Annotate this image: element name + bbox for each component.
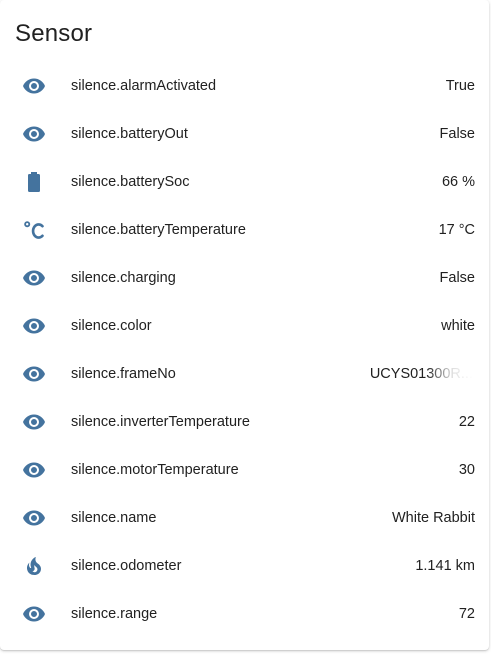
entity-row-alarm-activated[interactable]: silence.alarmActivated True (0, 62, 489, 110)
entity-name: silence.batteryTemperature (71, 222, 246, 238)
entity-state: 1.141 km (415, 558, 475, 574)
entity-state: White Rabbit (391, 510, 475, 526)
battery-icon (22, 170, 46, 194)
eye-icon (22, 266, 46, 290)
sensor-card: Sensor silence.alarmActivated True silen… (0, 0, 489, 650)
entity-name: silence.color (71, 318, 152, 334)
entity-row-battery-out[interactable]: silence.batteryOut False (0, 110, 489, 158)
entity-name: silence.name (71, 510, 157, 526)
entity-row-battery-soc[interactable]: silence.batterySoc 66 % (0, 158, 489, 206)
entity-state: 30 (458, 462, 475, 478)
entity-name: silence.odometer (71, 558, 182, 574)
entity-name: silence.frameNo (71, 366, 176, 382)
eye-icon (22, 506, 46, 530)
eye-icon (22, 314, 46, 338)
entity-name: silence.batteryOut (71, 126, 188, 142)
entity-state: 66 % (441, 174, 475, 190)
fire-icon (22, 554, 46, 578)
entity-row-charging[interactable]: silence.charging False (0, 254, 489, 302)
entity-name: silence.inverterTemperature (71, 414, 250, 430)
entity-name: silence.alarmActivated (71, 78, 217, 94)
entity-state: 22 (458, 414, 475, 430)
entity-name: silence.range (71, 606, 158, 622)
entity-state: False (439, 126, 475, 142)
eye-icon (22, 362, 46, 386)
entity-name: silence.charging (71, 270, 176, 286)
eye-icon (22, 602, 46, 626)
eye-icon (22, 122, 46, 146)
card-title: Sensor (15, 20, 93, 47)
entity-row-inverter-temperature[interactable]: silence.inverterTemperature 22 (0, 398, 489, 446)
eye-icon (22, 410, 46, 434)
thermometer-celsius-icon (22, 218, 46, 242)
entity-name: silence.motorTemperature (71, 462, 239, 478)
entity-row-range[interactable]: silence.range 72 (0, 590, 489, 638)
entity-row-motor-temperature[interactable]: silence.motorTemperature 30 (0, 446, 489, 494)
entity-row-battery-temperature[interactable]: silence.batteryTemperature 17 °C (0, 206, 489, 254)
entity-name: silence.batterySoc (71, 174, 190, 190)
eye-icon (22, 74, 46, 98)
entity-list: silence.alarmActivated True silence.batt… (0, 62, 489, 638)
entity-state: white (441, 318, 475, 334)
entity-state: 72 (458, 606, 475, 622)
entity-state: False (439, 270, 475, 286)
entity-row-name[interactable]: silence.name White Rabbit (0, 494, 489, 542)
entity-state: 17 °C (438, 222, 475, 238)
entity-row-frame-no[interactable]: silence.frameNo UCYS01300R... (0, 350, 489, 398)
entity-row-odometer[interactable]: silence.odometer 1.141 km (0, 542, 489, 590)
eye-icon (22, 458, 46, 482)
entity-row-color[interactable]: silence.color white (0, 302, 489, 350)
entity-state: True (445, 78, 475, 94)
entity-state: UCYS01300R... (369, 366, 473, 382)
